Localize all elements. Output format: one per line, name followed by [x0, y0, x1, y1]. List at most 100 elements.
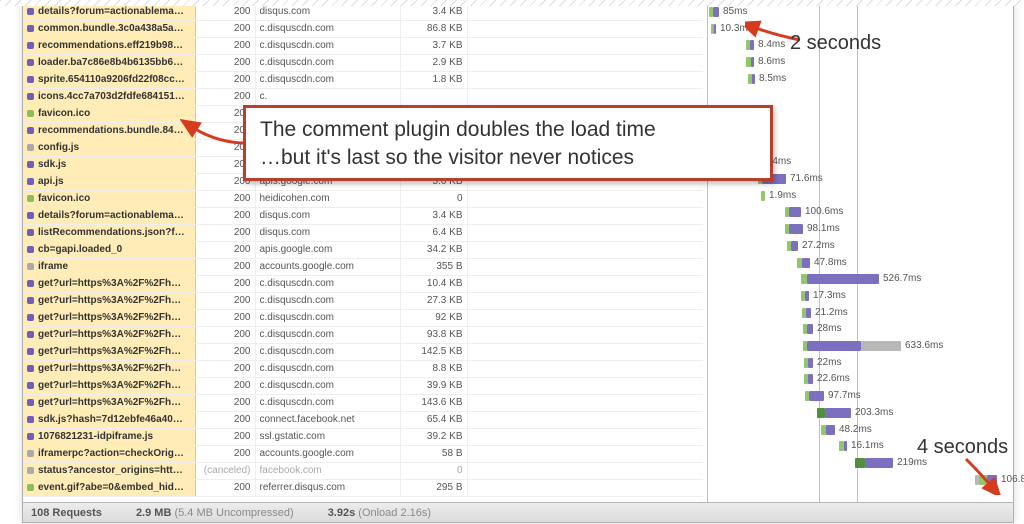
network-table[interactable]: details?forum=actionablema…200disqus.com… [23, 4, 703, 502]
network-row[interactable]: sprite.654110a9206fd22f08cc…200c.disqusc… [23, 72, 703, 89]
cell-domain: accounts.google.com [255, 259, 400, 276]
cell-status: 200 [195, 276, 255, 293]
label-two-seconds: 2 seconds [790, 32, 881, 55]
cell-name[interactable]: api.js [23, 174, 195, 191]
network-row[interactable]: get?url=https%3A%2F%2Fh…200c.disquscdn.c… [23, 378, 703, 395]
cell-status: 200 [195, 480, 255, 497]
network-row[interactable]: recommendations.eff219b98…200c.disquscdn… [23, 38, 703, 55]
summary-requests: 108 Requests [31, 507, 102, 519]
network-row[interactable]: get?url=https%3A%2F%2Fh…200c.disquscdn.c… [23, 361, 703, 378]
waterfall-row: 633.6ms [703, 339, 1013, 353]
cell-name[interactable]: loader.ba7c86e8b4b6135bb6… [23, 55, 195, 72]
timeline-waterfall[interactable]: 85ms10.3ms8.4ms8.6ms8.5ms1.4ms71.6ms1.9m… [703, 4, 1013, 502]
timing-label: 28ms [817, 323, 841, 334]
cell-domain: c.disquscdn.com [255, 21, 400, 38]
cell-status: 200 [195, 310, 255, 327]
cell-domain: facebook.com [255, 463, 400, 480]
cell-domain: apis.google.com [255, 242, 400, 259]
timing-label: 17.3ms [813, 290, 846, 301]
cell-status: 200 [195, 242, 255, 259]
network-row[interactable]: common.bundle.3c0a438a5a…200c.disquscdn.… [23, 21, 703, 38]
cell-name[interactable]: sdk.js?hash=7d12ebfe46a40… [23, 412, 195, 429]
cell-name[interactable]: common.bundle.3c0a438a5a… [23, 21, 195, 38]
cell-domain: disqus.com [255, 4, 400, 21]
network-row[interactable]: 1076821231-idpiframe.js200ssl.gstatic.co… [23, 429, 703, 446]
bar-segment [844, 441, 847, 451]
network-row[interactable]: status?ancestor_origins=htt…(canceled)fa… [23, 463, 703, 480]
network-row[interactable]: get?url=https%3A%2F%2Fh…200c.disquscdn.c… [23, 310, 703, 327]
network-row[interactable]: iframe200accounts.google.com355 B [23, 259, 703, 276]
network-row[interactable]: event.gif?abe=0&embed_hid…200referrer.di… [23, 480, 703, 497]
cell-name[interactable]: status?ancestor_origins=htt… [23, 463, 195, 480]
cell-status: 200 [195, 55, 255, 72]
cell-size: 92 KB [400, 310, 467, 327]
cell-name[interactable]: get?url=https%3A%2F%2Fh… [23, 293, 195, 310]
cell-name[interactable]: details?forum=actionablema… [23, 4, 195, 21]
network-row[interactable]: icons.4cc7a703d2fdfe684151…200c. [23, 89, 703, 106]
cell-name[interactable]: get?url=https%3A%2F%2Fh… [23, 361, 195, 378]
summary-transferred: 2.9 MB (5.4 MB Uncompressed) [136, 507, 294, 519]
cell-status: 200 [195, 378, 255, 395]
waterfall-row: 21.2ms [703, 306, 1013, 320]
cell-name[interactable]: get?url=https%3A%2F%2Fh… [23, 327, 195, 344]
cell-domain: ssl.gstatic.com [255, 429, 400, 446]
waterfall-row: 100.6ms [703, 205, 1013, 219]
network-row[interactable]: get?url=https%3A%2F%2Fh…200c.disquscdn.c… [23, 293, 703, 310]
network-row[interactable]: get?url=https%3A%2F%2Fh…200c.disquscdn.c… [23, 344, 703, 361]
waterfall-row: 98.1ms [703, 222, 1013, 236]
arrow-four-sec-icon [960, 455, 1008, 495]
cell-name[interactable]: recommendations.eff219b98… [23, 38, 195, 55]
network-row[interactable]: get?url=https%3A%2F%2Fh…200c.disquscdn.c… [23, 276, 703, 293]
cell-name[interactable]: get?url=https%3A%2F%2Fh… [23, 310, 195, 327]
cell-name[interactable]: icons.4cc7a703d2fdfe684151… [23, 89, 195, 106]
network-row[interactable]: get?url=https%3A%2F%2Fh…200c.disquscdn.c… [23, 327, 703, 344]
cell-status: 200 [195, 395, 255, 412]
network-row[interactable]: loader.ba7c86e8b4b6135bb6…200c.disquscdn… [23, 55, 703, 72]
timing-label: 8.5ms [759, 73, 786, 84]
cell-name[interactable]: details?forum=actionablema… [23, 208, 195, 225]
network-row[interactable]: iframerpc?action=checkOrig…200accounts.g… [23, 446, 703, 463]
cell-name[interactable]: favicon.ico [23, 191, 195, 208]
cell-name[interactable]: iframe [23, 259, 195, 276]
cell-size: 142.5 KB [400, 344, 467, 361]
bar-segment [809, 391, 824, 401]
cell-status: 200 [195, 361, 255, 378]
bar-segment [808, 374, 813, 384]
cell-domain: c. [255, 89, 400, 106]
cell-name[interactable]: 1076821231-idpiframe.js [23, 429, 195, 446]
label-four-seconds: 4 seconds [917, 436, 1008, 459]
bar-segment [807, 324, 813, 334]
bar-segment [826, 425, 835, 435]
timing-label: 27.2ms [802, 240, 835, 251]
timing-label: 48.2ms [839, 424, 872, 435]
waterfall-row: 8.5ms [703, 72, 1013, 86]
waterfall-row [703, 89, 1013, 103]
cell-domain: connect.facebook.net [255, 412, 400, 429]
cell-name[interactable]: cb=gapi.loaded_0 [23, 242, 195, 259]
cell-name[interactable]: config.js [23, 140, 195, 157]
cell-name[interactable]: recommendations.bundle.84… [23, 123, 195, 140]
cell-name[interactable]: get?url=https%3A%2F%2Fh… [23, 276, 195, 293]
cell-name[interactable]: sdk.js [23, 157, 195, 174]
cell-domain: c.disquscdn.com [255, 361, 400, 378]
cell-name[interactable]: favicon.ico [23, 106, 195, 123]
network-row[interactable]: favicon.ico200heidicohen.com0 [23, 191, 703, 208]
cell-status: 200 [195, 344, 255, 361]
cell-name[interactable]: get?url=https%3A%2F%2Fh… [23, 344, 195, 361]
cell-name[interactable]: get?url=https%3A%2F%2Fh… [23, 395, 195, 412]
cell-status: 200 [195, 446, 255, 463]
network-row[interactable]: details?forum=actionablema…200disqus.com… [23, 4, 703, 21]
network-row[interactable]: details?forum=actionablema…200disqus.com… [23, 208, 703, 225]
cell-status: 200 [195, 89, 255, 106]
cell-domain: accounts.google.com [255, 446, 400, 463]
network-row[interactable]: get?url=https%3A%2F%2Fh…200c.disquscdn.c… [23, 395, 703, 412]
network-row[interactable]: sdk.js?hash=7d12ebfe46a40…200connect.fac… [23, 412, 703, 429]
cell-name[interactable]: listRecommendations.json?f… [23, 225, 195, 242]
cell-name[interactable]: event.gif?abe=0&embed_hid… [23, 480, 195, 497]
cell-name[interactable]: get?url=https%3A%2F%2Fh… [23, 378, 195, 395]
network-row[interactable]: listRecommendations.json?f…200disqus.com… [23, 225, 703, 242]
cell-name[interactable]: sprite.654110a9206fd22f08cc… [23, 72, 195, 89]
cell-name[interactable]: iframerpc?action=checkOrig… [23, 446, 195, 463]
network-row[interactable]: cb=gapi.loaded_0200apis.google.com34.2 K… [23, 242, 703, 259]
waterfall-row: 8.6ms [703, 55, 1013, 69]
